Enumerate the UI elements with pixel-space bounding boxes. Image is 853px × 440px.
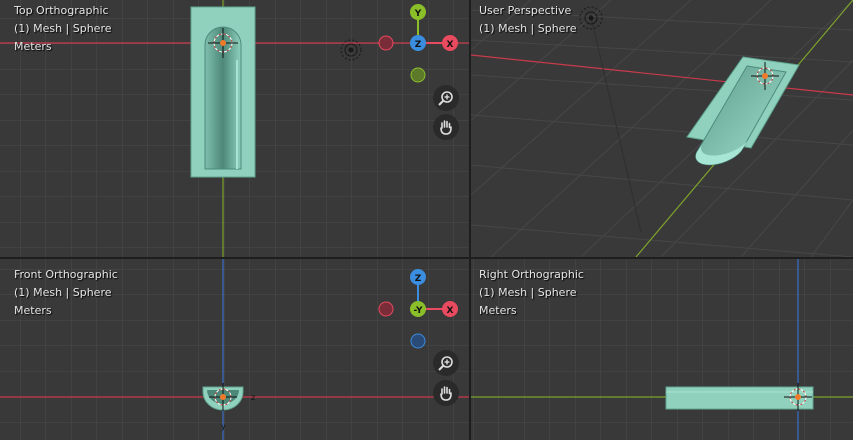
viewport-info-top: Top Orthographic (1) Mesh | Sphere Meter…: [14, 2, 112, 56]
units-label: Meters: [479, 304, 517, 317]
viewport-info-front: Front Orthographic (1) Mesh | Sphere Met…: [14, 266, 118, 320]
viewport-right-orthographic[interactable]: Right Orthographic (1) Mesh | Sphere Met…: [471, 259, 853, 440]
mesh-sphere-right: [665, 386, 814, 410]
gizmo-neg-y-axis-button[interactable]: [410, 67, 426, 83]
zoom-button[interactable]: [433, 350, 459, 376]
pan-button[interactable]: [433, 114, 459, 140]
view-name: User Perspective: [479, 4, 572, 17]
pan-button[interactable]: [433, 380, 459, 406]
view-name: Right Orthographic: [479, 268, 584, 281]
gizmo-neg-x-axis-button[interactable]: [378, 35, 394, 51]
object-info: (1) Mesh | Sphere: [14, 286, 112, 299]
z-axis-tick-label: z: [251, 393, 255, 402]
viewport-info-user: User Perspective (1) Mesh | Sphere: [479, 2, 577, 38]
perspective-viewport-canvas[interactable]: [471, 0, 853, 257]
object-info: (1) Mesh | Sphere: [14, 22, 112, 35]
gizmo-front-y-label: -Y: [414, 306, 423, 316]
gizmo-top-y-label: Y: [414, 9, 422, 19]
viewport-user-perspective[interactable]: User Perspective (1) Mesh | Sphere: [471, 0, 853, 257]
gizmo-front-z-label: Z: [415, 274, 422, 284]
y-axis-tick-label: y: [221, 422, 226, 431]
gizmo-neg-z-axis-button[interactable]: [410, 333, 426, 349]
zoom-in-icon: [438, 91, 453, 106]
units-label: Meters: [14, 304, 52, 317]
hand-pan-icon: [440, 386, 452, 401]
units-label: Meters: [14, 40, 52, 53]
gizmo-neg-x-axis-button[interactable]: [378, 301, 394, 317]
viewport-front-orthographic[interactable]: z y Z -Y X Front Orthographic (1) Mesh |…: [0, 259, 469, 440]
view-name: Front Orthographic: [14, 268, 118, 281]
view-name: Top Orthographic: [14, 4, 109, 17]
gizmo-front-x-label: X: [447, 306, 454, 316]
viewport-info-right: Right Orthographic (1) Mesh | Sphere Met…: [479, 266, 584, 320]
gizmo-top-x-label: X: [447, 40, 454, 50]
object-info: (1) Mesh | Sphere: [479, 22, 577, 35]
hand-pan-icon: [440, 120, 452, 135]
zoom-in-icon: [438, 356, 453, 371]
object-info: (1) Mesh | Sphere: [479, 286, 577, 299]
viewport-top-orthographic[interactable]: Y Z X Top Orthographic (1) Mesh | Sphere…: [0, 0, 469, 257]
gizmo-top-z-label: Z: [415, 40, 422, 50]
zoom-button[interactable]: [433, 85, 459, 111]
